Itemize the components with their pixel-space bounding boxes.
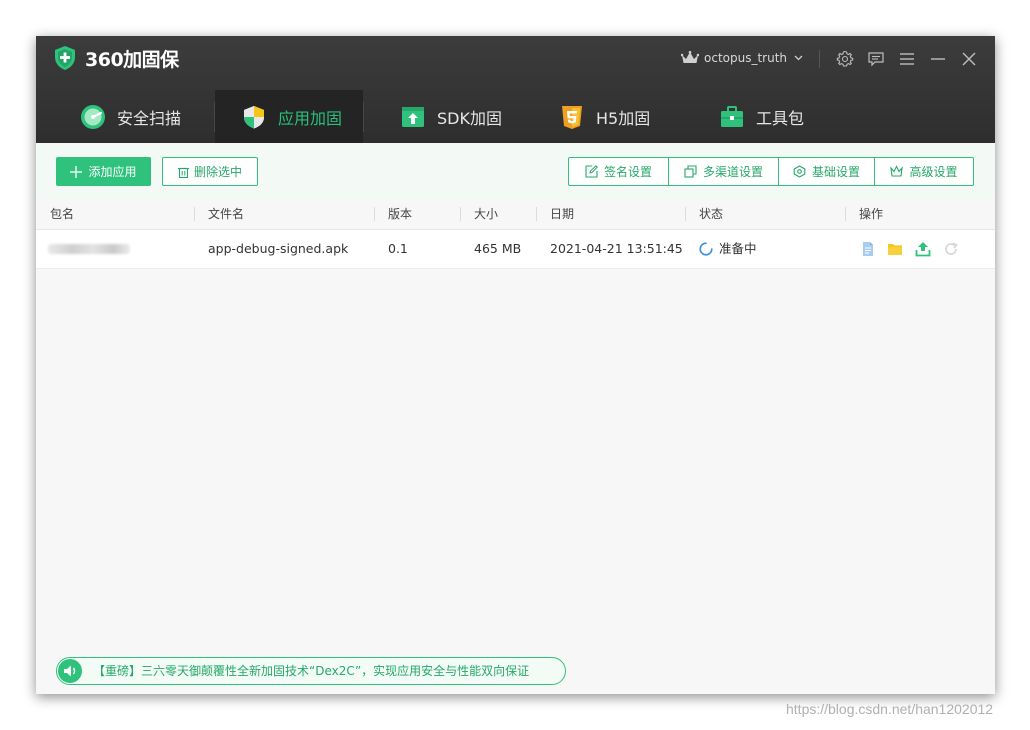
- advanced-settings-label: 高级设置: [909, 165, 958, 179]
- speaker-icon: [58, 659, 82, 683]
- shield-logo-icon: [55, 46, 75, 70]
- basic-settings-button[interactable]: 基础设置: [779, 158, 875, 185]
- tab-sdk-hardening[interactable]: SDK加固: [400, 90, 520, 143]
- settings-button-group: 签名设置 多渠道设置 基础设置 高级设置: [568, 157, 974, 186]
- news-notice-banner[interactable]: 【重磅】三六零天御颠覆性全新加固技术“Dex2C”，实现应用安全与性能双向保证: [56, 657, 566, 685]
- chevron-down-icon: [794, 55, 803, 61]
- folder-icon[interactable]: [887, 241, 903, 257]
- crown-outline-icon: [890, 165, 904, 177]
- menu-icon[interactable]: [898, 50, 916, 68]
- shield-icon: [244, 105, 264, 128]
- delete-selected-label: 删除选中: [193, 165, 242, 179]
- signature-settings-button[interactable]: 签名设置: [569, 158, 669, 185]
- main-nav-tabs: 安全扫描 应用加固 SDK加固 H5加固 工具包: [36, 90, 995, 143]
- sdk-upload-icon: [402, 106, 424, 127]
- cell-size: 465 MB: [474, 241, 522, 256]
- cell-version: 0.1: [388, 241, 408, 256]
- copy-icon: [684, 165, 697, 178]
- watermark-url: https://blog.csdn.net/han1202012: [786, 701, 994, 717]
- crown-icon: [681, 51, 699, 63]
- feedback-message-icon[interactable]: [867, 50, 885, 68]
- multi-channel-settings-button[interactable]: 多渠道设置: [669, 158, 779, 185]
- toolbox-icon: [721, 105, 743, 127]
- cell-filename: app-debug-signed.apk: [208, 241, 349, 256]
- upload-icon[interactable]: [915, 241, 931, 257]
- minimize-icon[interactable]: [929, 50, 947, 68]
- tab-divider: [363, 102, 364, 132]
- notice-text: 【重磅】三六零天御颠覆性全新加固技术“Dex2C”，实现应用安全与性能双向保证: [93, 664, 530, 678]
- tab-app-hardening[interactable]: 应用加固: [215, 90, 363, 143]
- app-window: 360加固保 octopus_truth 安全扫描 应用加固 SDK加固 H5加…: [36, 36, 995, 694]
- trash-icon: [177, 167, 189, 178]
- column-header-status[interactable]: 状态: [699, 199, 723, 229]
- column-divider: [374, 207, 375, 221]
- column-header-actions: 操作: [859, 207, 884, 221]
- column-header-date[interactable]: 日期: [550, 199, 574, 229]
- delete-selected-button[interactable]: 删除选中: [162, 157, 258, 186]
- table-header: 包名 文件名 版本 大小 日期 状态 操作: [36, 199, 995, 230]
- column-header-size[interactable]: 大小: [474, 199, 498, 229]
- add-app-button[interactable]: 添加应用: [56, 157, 151, 186]
- edit-icon: [585, 165, 598, 178]
- html5-icon: [562, 105, 582, 129]
- tab-toolkit[interactable]: 工具包: [719, 90, 839, 143]
- column-divider: [460, 207, 461, 221]
- column-header-package[interactable]: 包名: [50, 199, 74, 229]
- refresh-icon[interactable]: [943, 241, 959, 257]
- loading-spinner-icon: [699, 242, 713, 256]
- column-header-version[interactable]: 版本: [388, 199, 412, 229]
- column-divider: [685, 207, 686, 221]
- basic-settings-label: 基础设置: [811, 165, 860, 179]
- username: octopus_truth: [704, 51, 788, 65]
- signature-settings-label: 签名设置: [603, 165, 652, 179]
- column-header-filename[interactable]: 文件名: [208, 199, 244, 229]
- close-icon[interactable]: [960, 50, 978, 68]
- tab-h5-hardening[interactable]: H5加固: [559, 90, 679, 143]
- app-title: 360加固保: [85, 48, 179, 71]
- title-bar: 360加固保 octopus_truth 安全扫描 应用加固 SDK加固 H5加…: [36, 36, 995, 143]
- tab-label: H5加固: [596, 108, 651, 128]
- add-app-label: 添加应用: [88, 165, 137, 179]
- status-text: 准备中: [719, 241, 757, 256]
- app-logo: 360加固保: [54, 45, 179, 71]
- plus-icon: [70, 165, 83, 178]
- column-divider: [194, 207, 195, 221]
- blurred-package-name: [48, 244, 130, 254]
- header-separator: [819, 50, 820, 68]
- tab-label: 应用加固: [278, 108, 343, 128]
- tab-security-scan[interactable]: 安全扫描: [80, 90, 212, 143]
- cell-date: 2021-04-21 13:51:45: [550, 241, 683, 256]
- tab-label: SDK加固: [437, 108, 502, 128]
- column-divider: [845, 207, 846, 221]
- table-row[interactable]: app-debug-signed.apk 0.1 465 MB 2021-04-…: [36, 230, 995, 269]
- scan-icon: [81, 104, 105, 129]
- user-menu[interactable]: octopus_truth: [681, 48, 803, 68]
- column-divider: [536, 207, 537, 221]
- hexagon-settings-icon: [793, 165, 806, 178]
- tab-label: 工具包: [756, 108, 805, 128]
- action-toolbar: 添加应用 删除选中 签名设置 多渠道设置 基础设置 高级设置: [36, 143, 995, 199]
- tab-label: 安全扫描: [117, 108, 182, 128]
- multi-channel-settings-label: 多渠道设置: [702, 165, 763, 179]
- advanced-settings-button[interactable]: 高级设置: [875, 158, 973, 185]
- document-log-icon[interactable]: [860, 241, 876, 257]
- cell-status: 准备中: [699, 230, 757, 268]
- settings-gear-icon[interactable]: [836, 50, 854, 68]
